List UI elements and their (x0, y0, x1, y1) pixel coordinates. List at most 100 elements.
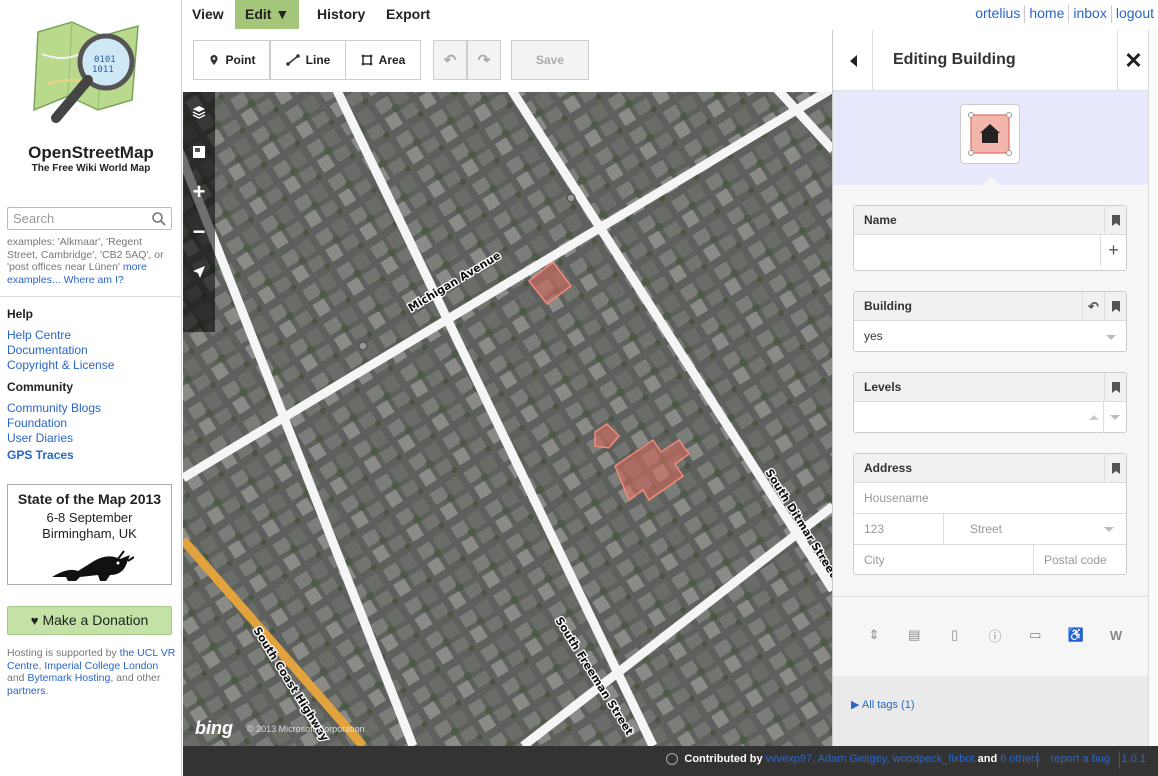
preset-pointer (982, 176, 1000, 185)
housename-input[interactable]: Housename (854, 483, 1126, 514)
field-levels-header: Levels (854, 373, 1126, 402)
bytemark-link[interactable]: Bytemark Hosting (27, 672, 110, 684)
donate-label: Make a Donation (42, 612, 149, 628)
home-link[interactable]: home (1029, 5, 1064, 21)
scrollbar[interactable] (1148, 30, 1158, 746)
preset-list-button[interactable] (833, 30, 873, 91)
note-field-icon[interactable]: ▤ (905, 626, 923, 644)
hosting-tail: , and other (110, 672, 161, 684)
phone-field-icon[interactable]: ▯ (946, 626, 964, 644)
svg-text:1011: 1011 (92, 65, 114, 75)
field-address-help-button[interactable] (1104, 454, 1126, 482)
version-link[interactable]: 1.0.1 (1122, 753, 1146, 765)
tab-history[interactable]: History (307, 0, 375, 29)
height-field-icon[interactable]: ⇕ (865, 626, 883, 644)
imperial-link[interactable]: Imperial College London (44, 660, 158, 672)
field-building-header: Building ↶ (854, 292, 1126, 321)
community-blogs-link[interactable]: Community Blogs (7, 401, 101, 415)
satellite-map[interactable]: Michigan Avenue South Ditmar Street Sout… (183, 30, 833, 746)
chevron-down-icon (1104, 527, 1114, 532)
field-building: Building ↶ yes (853, 291, 1127, 352)
add-area-button[interactable]: Area (345, 40, 421, 80)
map-canvas[interactable]: Michigan Avenue South Ditmar Street Sout… (183, 30, 833, 746)
geolocate-button[interactable] (183, 252, 215, 292)
field-name-help-button[interactable] (1104, 206, 1126, 234)
map-footer: Contributed by vvvexp97, Adam Geitgey, w… (183, 746, 1158, 776)
city-input[interactable]: City (854, 545, 1034, 574)
field-address-header: Address (854, 454, 1126, 483)
map-data-button[interactable] (183, 132, 215, 172)
layers-icon (192, 106, 206, 119)
zoom-out-button[interactable]: − (183, 212, 215, 252)
add-line-button[interactable]: Line (270, 40, 346, 80)
partners-link[interactable]: partners (7, 685, 46, 697)
info-field-icon[interactable]: ⓘ (986, 626, 1004, 644)
undo-button[interactable]: ↶ (433, 40, 467, 80)
logout-link[interactable]: logout (1116, 5, 1154, 21)
add-localized-name-button[interactable]: + (1100, 235, 1126, 266)
username-link[interactable]: ortelius (975, 5, 1020, 21)
all-tags-toggle[interactable]: ▶ All tags (1) (851, 698, 915, 711)
search-icon[interactable] (151, 211, 167, 227)
search-input[interactable] (8, 208, 148, 229)
levels-input[interactable] (854, 402, 1126, 433)
contributors-links[interactable]: vvvexp97, Adam Geitgey, woodpeck_fixbot (766, 753, 975, 765)
name-input[interactable]: + (854, 235, 1126, 266)
postcode-input[interactable]: Postal code (1034, 545, 1126, 574)
osm-logo[interactable]: 0101 1011 (28, 14, 148, 134)
add-point-button[interactable]: Point (193, 40, 270, 80)
documentation-link[interactable]: Documentation (7, 343, 88, 357)
street-select[interactable]: Street (944, 514, 1126, 544)
tab-export[interactable]: Export (376, 0, 440, 29)
area-icon (361, 54, 373, 66)
help-heading: Help (7, 307, 34, 321)
bookmark-icon (1111, 300, 1120, 312)
foundation-link[interactable]: Foundation (7, 416, 67, 430)
zoom-in-button[interactable]: + (183, 172, 215, 212)
increment-icon[interactable] (1089, 415, 1099, 420)
inbox-link[interactable]: inbox (1073, 5, 1106, 21)
plus-icon: + (1108, 240, 1119, 260)
field-address: Address Housename 123 Street City Postal… (853, 453, 1127, 575)
housenumber-input[interactable]: 123 (854, 514, 944, 544)
building-icon (968, 112, 1012, 156)
redo-button[interactable]: ↷ (467, 40, 501, 80)
wheelchair-field-icon[interactable]: ♿ (1067, 626, 1085, 644)
field-building-label: Building (864, 299, 912, 313)
decrement-icon[interactable] (1110, 415, 1120, 420)
building-preset-button[interactable] (960, 104, 1020, 164)
others-link[interactable]: 6 others (1000, 753, 1040, 765)
heart-icon: ♥ (30, 613, 39, 628)
help-centre-link[interactable]: Help Centre (7, 328, 71, 342)
user-links: ortelius home inbox logout (975, 5, 1154, 24)
map-data-icon (193, 146, 205, 158)
copyright-link[interactable]: Copyright & License (7, 358, 114, 372)
where-am-i-link[interactable]: Where am I? (64, 274, 124, 286)
contributors-and: and (974, 753, 1001, 765)
sotm-banner[interactable]: State of the Map 2013 6-8 September Birm… (7, 484, 172, 585)
website-field-icon[interactable]: ▭ (1026, 626, 1044, 644)
street-placeholder: Street (970, 522, 1003, 536)
all-tags-label: All tags (1) (861, 699, 915, 711)
tab-view[interactable]: View (182, 0, 234, 29)
tab-edit[interactable]: Edit ▼ (235, 0, 300, 29)
field-building-help-button[interactable] (1104, 292, 1126, 320)
panel-title: Editing Building (893, 51, 1016, 68)
area-label: Area (378, 53, 406, 67)
bookmark-icon (1111, 462, 1120, 474)
layers-button[interactable] (183, 92, 215, 132)
report-bug-link[interactable]: report a bug (1051, 753, 1110, 765)
user-diaries-link[interactable]: User Diaries (7, 431, 73, 445)
undo-icon: ↶ (443, 52, 457, 69)
wikipedia-field-icon[interactable]: W (1107, 626, 1125, 644)
gps-traces-link[interactable]: GPS Traces (7, 448, 74, 462)
building-select[interactable]: yes (854, 321, 1126, 352)
close-button[interactable]: ✕ (1117, 30, 1148, 91)
field-building-revert-button[interactable]: ↶ (1082, 292, 1104, 320)
field-levels-help-button[interactable] (1104, 373, 1126, 401)
line-label: Line (305, 53, 331, 67)
donate-button[interactable]: ♥ Make a Donation (7, 606, 172, 635)
hosting-and: and (7, 672, 28, 684)
save-button[interactable]: Save (511, 40, 589, 80)
field-levels-label: Levels (864, 380, 902, 394)
